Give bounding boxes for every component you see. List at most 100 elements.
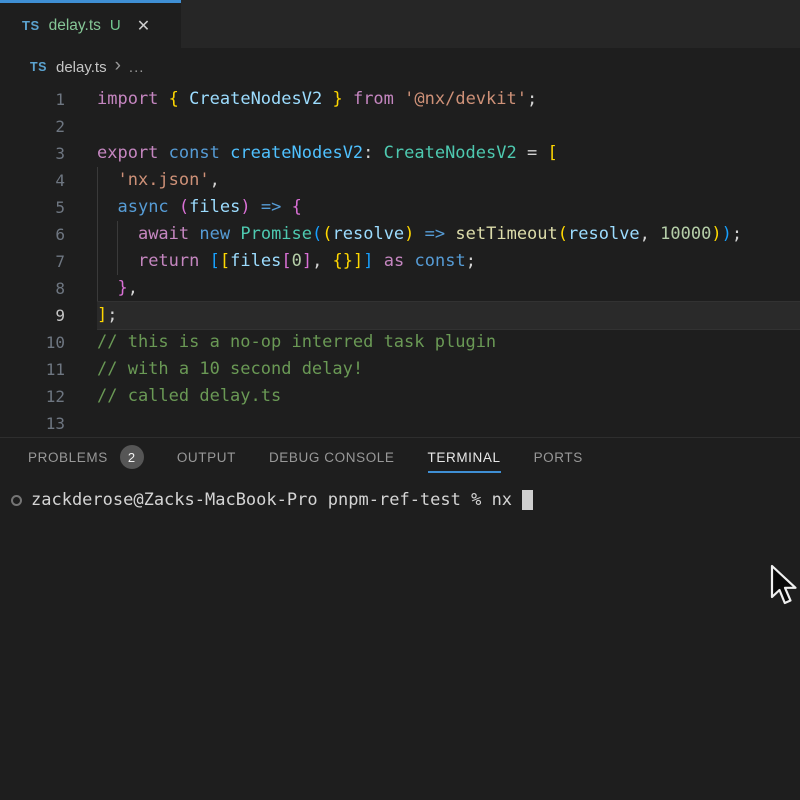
panel-tab-output[interactable]: OUTPUT bbox=[177, 446, 236, 473]
line-number: 1 bbox=[0, 86, 65, 113]
code-line-content[interactable]: export const createNodesV2: CreateNodesV… bbox=[97, 140, 800, 167]
line-number: 2 bbox=[0, 113, 65, 140]
code-token: files bbox=[189, 197, 240, 217]
code-line[interactable]: 9]; bbox=[0, 302, 800, 329]
code-token: CreateNodesV2 bbox=[384, 143, 517, 163]
panel-tab-debug-console[interactable]: DEBUG CONSOLE bbox=[269, 446, 395, 473]
code-token: files bbox=[230, 251, 281, 271]
code-line[interactable]: 13 bbox=[0, 410, 800, 437]
code-line[interactable]: 10// this is a no-op interred task plugi… bbox=[0, 329, 800, 356]
code-token: // with a 10 second delay! bbox=[97, 359, 363, 379]
code-token: {} bbox=[333, 251, 353, 271]
git-status-untracked-badge: U bbox=[110, 17, 121, 34]
line-number: 5 bbox=[0, 194, 65, 221]
code-line[interactable]: 6 await new Promise((resolve) => setTime… bbox=[0, 221, 800, 248]
code-line[interactable]: 1 import { CreateNodesV2 } from '@nx/devk… bbox=[0, 86, 800, 113]
code-line[interactable]: 11 // with a 10 second delay! bbox=[0, 356, 800, 383]
code-token: const bbox=[415, 251, 466, 271]
typescript-file-icon: TS bbox=[22, 18, 40, 33]
code-line[interactable]: 12// called delay.ts bbox=[0, 383, 800, 410]
code-token: import bbox=[97, 89, 158, 109]
panel-tab-label: PROBLEMS bbox=[28, 450, 108, 465]
code-line-content[interactable] bbox=[97, 113, 800, 140]
code-token: [ bbox=[281, 251, 291, 271]
code-token bbox=[343, 89, 353, 109]
code-line-content[interactable]: return [[files[0], {}]] as const; bbox=[97, 248, 800, 275]
code-line[interactable]: 5 async (files) => { bbox=[0, 194, 800, 221]
panel-tab-bar: PROBLEMS 2 OUTPUT DEBUG CONSOLE TERMINAL PORT… bbox=[0, 438, 800, 480]
code-token: ] bbox=[353, 251, 363, 271]
code-line-content[interactable]: ]; bbox=[97, 302, 800, 329]
code-token: , bbox=[210, 170, 220, 190]
code-token: [ bbox=[547, 143, 557, 163]
code-token: async bbox=[117, 197, 168, 217]
code-token: as bbox=[384, 251, 404, 271]
code-token bbox=[97, 278, 117, 298]
code-line[interactable]: 7 return [[files[0], {}]] as const; bbox=[0, 248, 800, 275]
code-line-content[interactable]: 'nx.json', bbox=[97, 167, 800, 194]
code-line[interactable]: 8 }, bbox=[0, 275, 800, 302]
code-line[interactable]: 4 'nx.json', bbox=[0, 167, 800, 194]
code-editor[interactable]: 1 import { CreateNodesV2 } from '@nx/devk… bbox=[0, 86, 800, 437]
code-token: ( bbox=[179, 197, 189, 217]
problems-count-badge: 2 bbox=[120, 445, 144, 469]
line-number: 11 bbox=[0, 356, 65, 383]
code-token: ) bbox=[404, 224, 414, 244]
close-icon[interactable]: ✕ bbox=[137, 16, 150, 36]
indent-guide bbox=[97, 167, 98, 194]
code-token: { bbox=[169, 89, 179, 109]
code-token: export bbox=[97, 143, 158, 163]
code-line-content[interactable]: async (files) => { bbox=[97, 194, 800, 221]
code-token: from bbox=[353, 89, 394, 109]
line-number: 9 bbox=[0, 302, 65, 329]
panel-tab-ports[interactable]: PORTS bbox=[534, 446, 583, 473]
code-line-content[interactable]: await new Promise((resolve) => setTimeou… bbox=[97, 221, 800, 248]
code-token bbox=[394, 89, 404, 109]
code-token: 10000 bbox=[660, 224, 711, 244]
typescript-file-icon: TS bbox=[30, 60, 47, 74]
code-token bbox=[199, 251, 209, 271]
code-token bbox=[374, 251, 384, 271]
code-line-content[interactable]: // called delay.ts bbox=[97, 383, 800, 410]
code-line[interactable]: 2 bbox=[0, 113, 800, 140]
code-token bbox=[281, 197, 291, 217]
code-token: ( bbox=[322, 224, 332, 244]
code-token bbox=[169, 197, 179, 217]
code-token bbox=[158, 143, 168, 163]
code-token: ] bbox=[302, 251, 312, 271]
code-token bbox=[158, 89, 168, 109]
panel-tab-problems[interactable]: PROBLEMS 2 bbox=[28, 441, 144, 477]
code-token: 'nx.json' bbox=[117, 170, 209, 190]
code-token: : bbox=[363, 143, 383, 163]
code-line-content[interactable]: // with a 10 second delay! bbox=[97, 356, 800, 383]
code-token: } bbox=[117, 278, 127, 298]
code-token: '@nx/devkit' bbox=[404, 89, 527, 109]
indent-guide bbox=[97, 275, 98, 302]
indent-guide bbox=[97, 221, 98, 248]
code-token: => bbox=[425, 224, 445, 244]
code-token: ( bbox=[558, 224, 568, 244]
panel-tab-terminal[interactable]: TERMINAL bbox=[428, 446, 501, 473]
line-number: 3 bbox=[0, 140, 65, 167]
tab-title: delay.ts bbox=[49, 17, 101, 35]
code-token: } bbox=[332, 89, 342, 109]
code-line-content[interactable]: // this is a no-op interred task plugin bbox=[97, 329, 800, 356]
code-token: return bbox=[138, 251, 199, 271]
line-number: 8 bbox=[0, 275, 65, 302]
code-line-content[interactable]: }, bbox=[97, 275, 800, 302]
code-token: => bbox=[261, 197, 281, 217]
bottom-panel: PROBLEMS 2 OUTPUT DEBUG CONSOLE TERMINAL PORT… bbox=[0, 437, 800, 800]
breadcrumb-symbol-ellipsis[interactable]: ... bbox=[129, 59, 145, 76]
code-token: const bbox=[169, 143, 220, 163]
tab-delay-ts[interactable]: TS delay.ts U ✕ bbox=[0, 0, 181, 48]
code-line-content[interactable]: import { CreateNodesV2 } from '@nx/devki… bbox=[97, 86, 800, 113]
indent-guide bbox=[117, 221, 118, 248]
code-token bbox=[230, 224, 240, 244]
code-line[interactable]: 3 export const createNodesV2: CreateNodes… bbox=[0, 140, 800, 167]
breadcrumb-file[interactable]: delay.ts bbox=[56, 59, 107, 76]
terminal[interactable]: zackderose@Zacks-MacBook-Pro pnpm-ref-te… bbox=[0, 490, 800, 510]
code-line-content[interactable] bbox=[97, 410, 800, 437]
code-token: , bbox=[640, 224, 660, 244]
line-number: 6 bbox=[0, 221, 65, 248]
line-number: 13 bbox=[0, 410, 65, 437]
